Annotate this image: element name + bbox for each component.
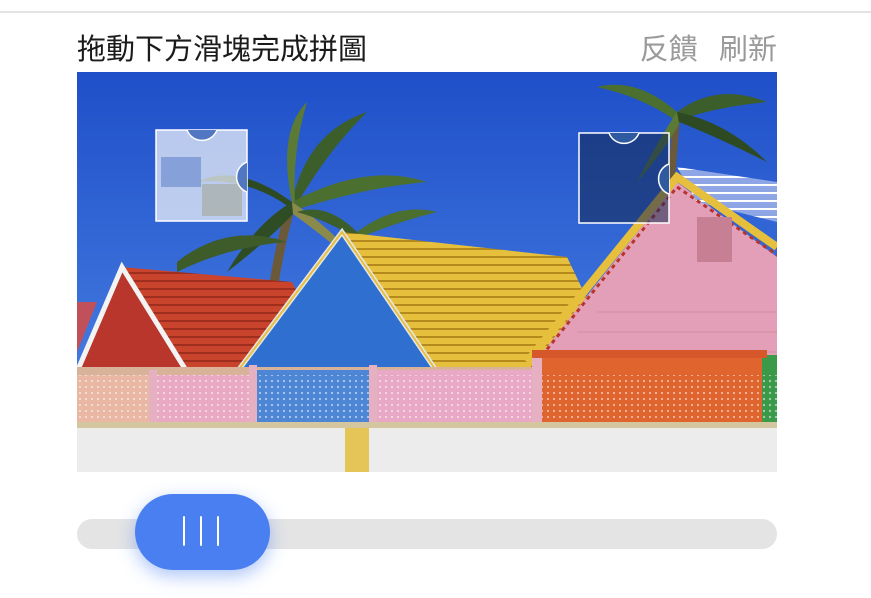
- refresh-link[interactable]: 刷新: [719, 32, 777, 66]
- captcha-header: 拖動下方滑塊完成拼圖 反饋 刷新: [77, 20, 777, 68]
- puzzle-slot-icon: [578, 132, 670, 224]
- white-wall: [77, 422, 777, 472]
- instruction-title: 拖動下方滑塊完成拼圖: [77, 32, 368, 66]
- top-divider: [0, 11, 871, 13]
- puzzle-piece-icon[interactable]: [155, 129, 248, 222]
- header-actions: 反饋 刷新: [628, 26, 777, 68]
- feedback-link[interactable]: 反饋: [640, 32, 698, 66]
- slider-handle[interactable]: [135, 494, 270, 570]
- captcha-puzzle-image: [77, 72, 777, 472]
